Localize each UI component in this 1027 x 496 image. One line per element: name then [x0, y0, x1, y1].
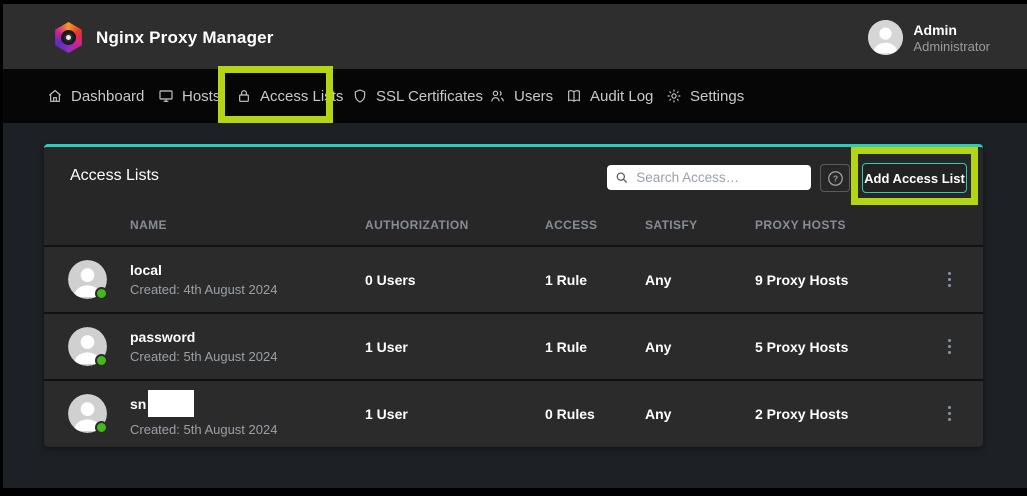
monitor-icon: [158, 88, 174, 104]
redaction-box: [148, 390, 194, 417]
access-value: 1 Rule: [545, 272, 645, 288]
nav-item-access-lists[interactable]: Access Lists: [236, 69, 343, 123]
proxy-hosts-value: 9 Proxy Hosts: [755, 272, 915, 288]
user-role: Administrator: [913, 39, 990, 54]
app-window: Nginx Proxy Manager Admin Administrator …: [0, 0, 1027, 496]
satisfy-value: Any: [645, 272, 755, 288]
app-header: Nginx Proxy Manager Admin Administrator: [3, 4, 1027, 69]
book-icon: [566, 88, 582, 104]
search-input[interactable]: [636, 170, 803, 185]
access-list-created: Created: 5th August 2024: [130, 349, 365, 364]
access-value: 1 Rule: [545, 339, 645, 355]
user-menu[interactable]: Admin Administrator: [868, 20, 990, 55]
table-row[interactable]: sn Created: 5th August 2024 1 User 0 Rul…: [44, 379, 983, 446]
authorization-value: 1 User: [365, 339, 545, 355]
question-circle-icon: ?: [826, 169, 845, 188]
user-name: Admin: [913, 22, 990, 38]
shield-icon: [352, 88, 368, 104]
gear-icon: [666, 88, 682, 104]
online-status-dot: [95, 421, 108, 434]
add-access-list-button[interactable]: Add Access List: [862, 163, 967, 193]
row-menu-kebab-icon[interactable]: [937, 272, 961, 287]
satisfy-value: Any: [645, 406, 755, 422]
access-value: 0 Rules: [545, 406, 645, 422]
help-button[interactable]: ?: [820, 164, 850, 192]
row-menu-kebab-icon[interactable]: [937, 406, 961, 421]
authorization-value: 1 User: [365, 406, 545, 422]
panel-title: Access Lists: [70, 167, 159, 185]
lock-icon: [236, 88, 252, 104]
column-header-access: ACCESS: [545, 218, 645, 232]
table-header: NAME AUTHORIZATION ACCESS SATISFY PROXY …: [44, 205, 983, 245]
user-avatar: [868, 20, 903, 55]
users-icon: [489, 88, 506, 104]
online-status-dot: [95, 354, 108, 367]
nav-item-label: SSL Certificates: [376, 88, 483, 105]
access-list-name: local: [130, 262, 365, 278]
nav-item-users[interactable]: Users: [489, 69, 553, 123]
row-avatar: [68, 394, 107, 433]
person-icon: [868, 20, 903, 55]
search-icon: [615, 170, 628, 185]
home-icon: [47, 88, 63, 104]
brand: Nginx Proxy Manager: [53, 22, 274, 53]
row-menu-kebab-icon[interactable]: [937, 339, 961, 354]
nav-item-label: Hosts: [182, 88, 220, 105]
table-row[interactable]: password Created: 5th August 2024 1 User…: [44, 312, 983, 379]
column-header-satisfy: SATISFY: [645, 218, 755, 232]
nav-item-settings[interactable]: Settings: [666, 69, 744, 123]
online-status-dot: [95, 287, 108, 300]
svg-text:?: ?: [832, 173, 837, 183]
app-title: Nginx Proxy Manager: [96, 28, 274, 48]
access-list-name: password: [130, 329, 365, 345]
column-header-authorization: AUTHORIZATION: [365, 218, 545, 232]
panel-header: Access Lists ? Add Access List: [44, 147, 983, 205]
proxy-hosts-value: 2 Proxy Hosts: [755, 406, 915, 422]
search-box: [607, 165, 811, 190]
row-avatar: [68, 327, 107, 366]
proxy-hosts-value: 5 Proxy Hosts: [755, 339, 915, 355]
column-header-name: NAME: [130, 218, 365, 232]
page-content: Access Lists ? Add Access List NAME AUTH…: [3, 123, 1027, 488]
access-lists-panel: Access Lists ? Add Access List NAME AUTH…: [44, 144, 983, 447]
nav-item-ssl-certificates[interactable]: SSL Certificates: [352, 69, 483, 123]
authorization-value: 0 Users: [365, 272, 545, 288]
nav-item-label: Access Lists: [260, 88, 343, 105]
nav-item-label: Dashboard: [71, 88, 144, 105]
access-list-name: sn: [130, 391, 365, 418]
nav-item-label: Audit Log: [590, 88, 653, 105]
row-avatar: [68, 260, 107, 299]
satisfy-value: Any: [645, 339, 755, 355]
access-list-created: Created: 4th August 2024: [130, 282, 365, 297]
table-row[interactable]: local Created: 4th August 2024 0 Users 1…: [44, 245, 983, 312]
nginx-proxy-manager-logo-icon: [53, 22, 84, 53]
nav-item-label: Users: [514, 88, 553, 105]
nav-item-label: Settings: [690, 88, 744, 105]
column-header-proxy-hosts: PROXY HOSTS: [755, 218, 915, 232]
nav-item-dashboard[interactable]: Dashboard: [47, 69, 144, 123]
nav-item-hosts[interactable]: Hosts: [158, 69, 220, 123]
access-list-created: Created: 5th August 2024: [130, 422, 365, 437]
nav-item-audit-log[interactable]: Audit Log: [566, 69, 653, 123]
main-nav: Dashboard Hosts Access Lists SSL Certifi…: [3, 69, 1027, 123]
